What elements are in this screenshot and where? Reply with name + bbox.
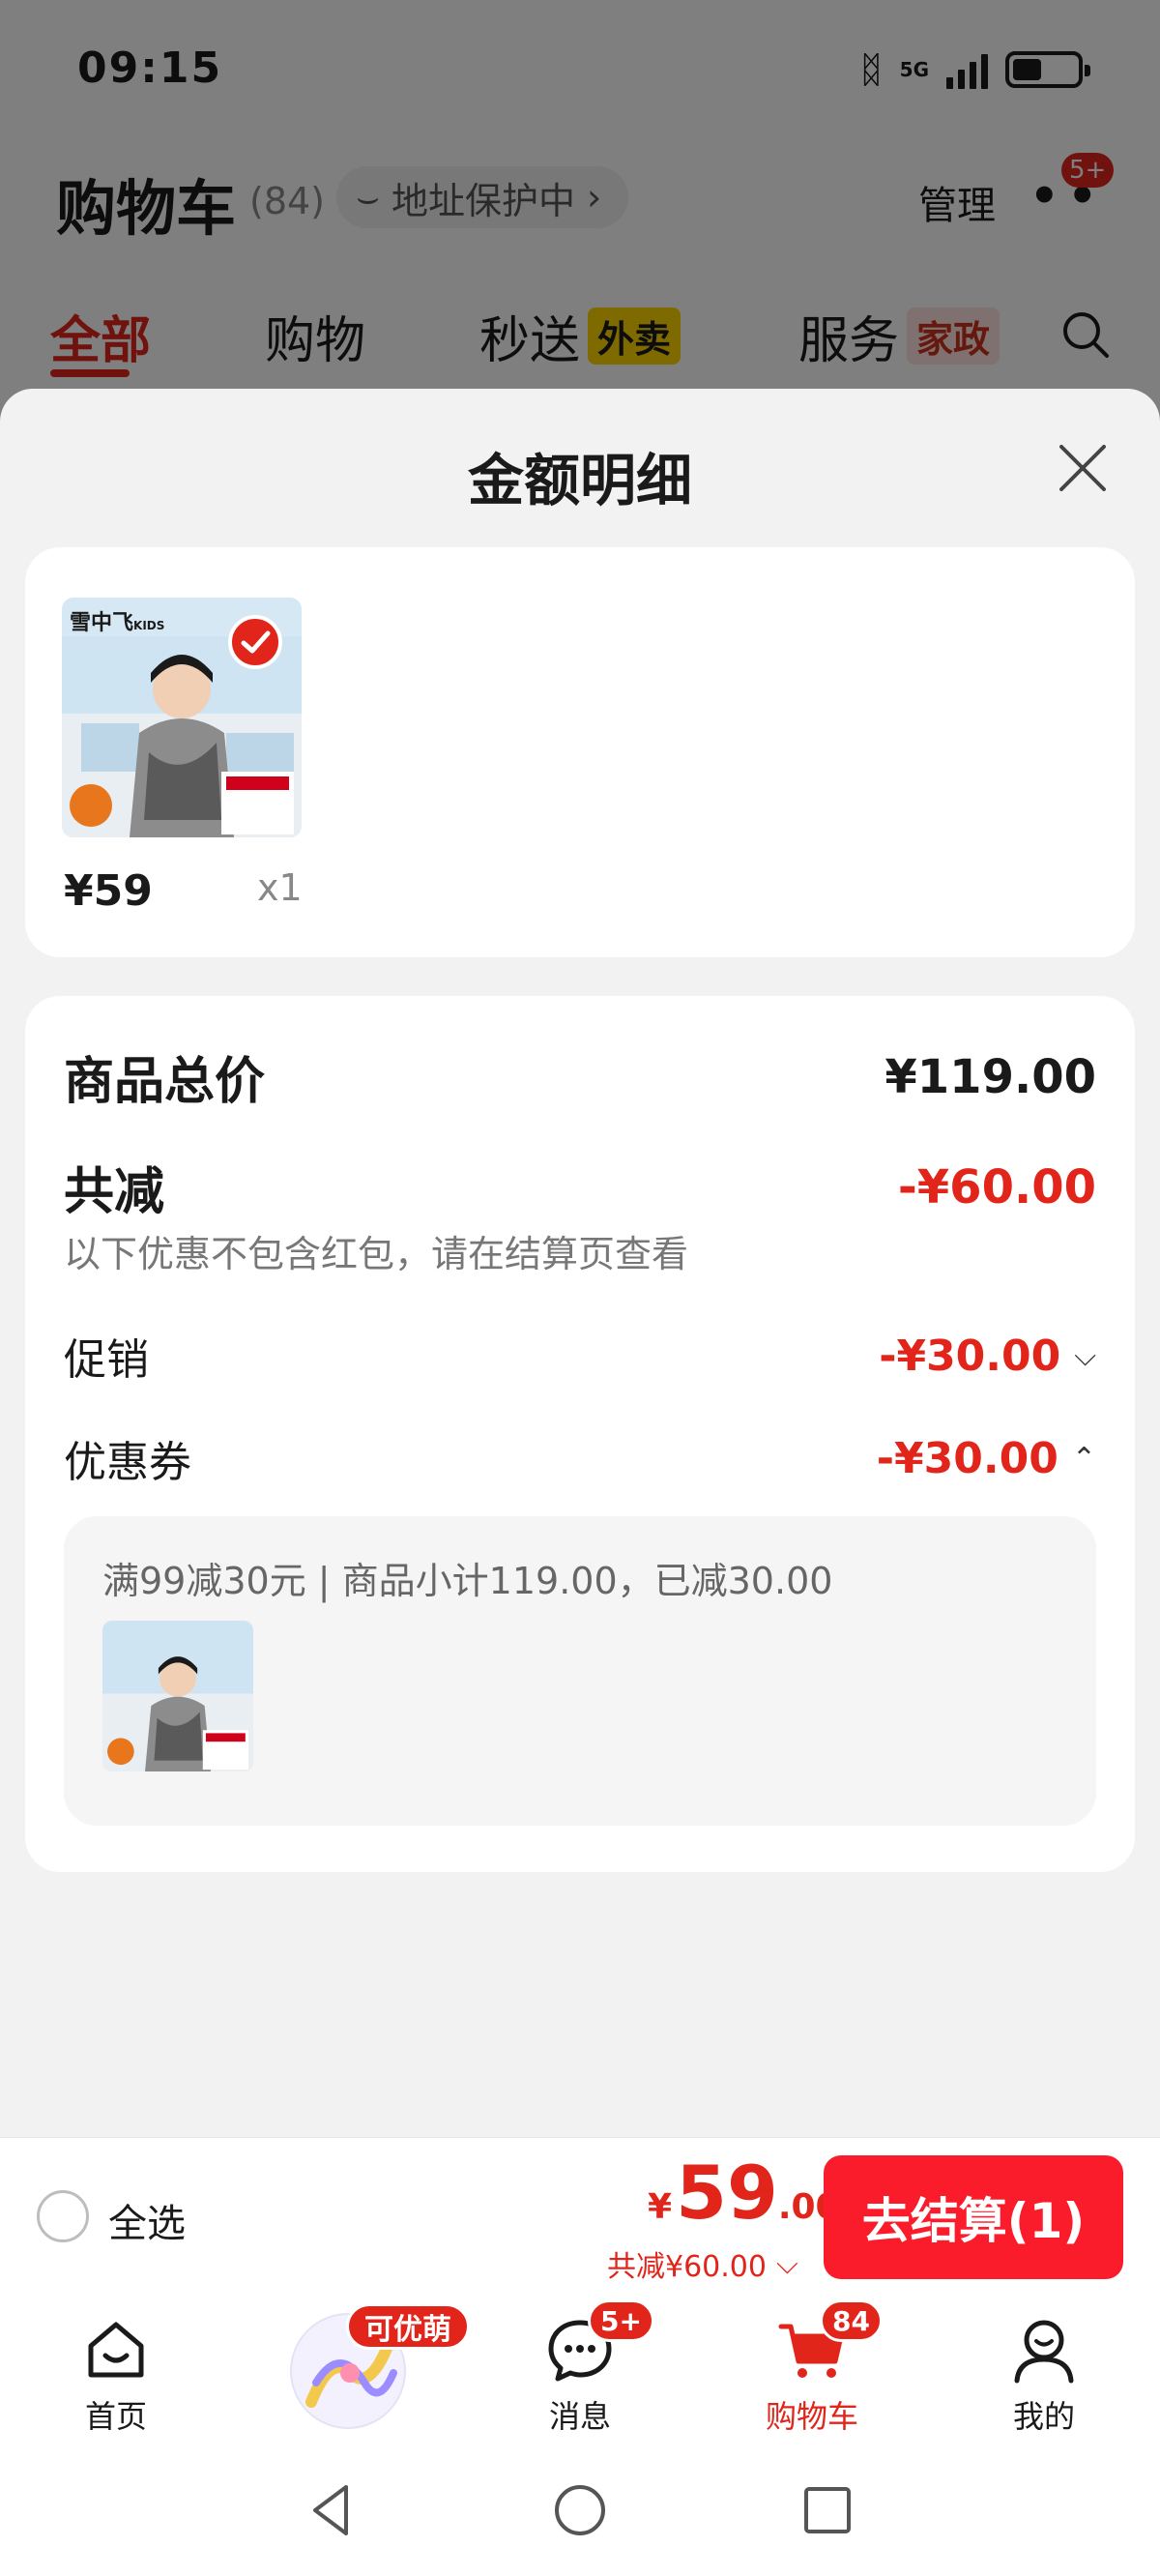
promo-badge: 可优萌 (346, 2303, 470, 2350)
system-navigation-bar (0, 2446, 1160, 2576)
promotion-value: -¥30.00 (879, 1331, 1061, 1381)
cart-badge: 84 (820, 2299, 883, 2342)
checkout-total-price: ¥ 59 .00 (648, 2150, 840, 2236)
checkout-discount-toggle[interactable]: 共减¥60.00 ⌵ (607, 2242, 798, 2285)
nav-home[interactable]: 首页 (19, 2292, 213, 2446)
nav-label: 消息 (548, 2398, 611, 2435)
nav-cart[interactable]: 84 购物车 (715, 2292, 909, 2446)
selected-check-icon[interactable] (228, 615, 282, 669)
price-integer: 59 (676, 2150, 778, 2236)
product-price: ¥59 (64, 866, 153, 916)
nav-label: 我的 (1012, 2398, 1075, 2435)
nav-profile[interactable]: 我的 (947, 2292, 1141, 2446)
coupon-product-image[interactable] (102, 1621, 253, 1771)
nav-label: 购物车 (765, 2398, 858, 2435)
checkout-discount-text: 共减¥60.00 (607, 2250, 767, 2284)
promotion-label: 促销 (64, 1335, 149, 1385)
chevron-down-icon: ⌵ (775, 2246, 798, 2281)
coupon-value: -¥30.00 (876, 1433, 1058, 1483)
home-icon (88, 2322, 144, 2378)
amount-details-sheet: 金额明细 雪中飞KIDS ¥59 x1 商品总价 ¥119.00 共减 -¥60… (0, 389, 1160, 2137)
currency-symbol: ¥ (648, 2187, 673, 2227)
product-quantity: x1 (257, 866, 303, 909)
total-price-label: 商品总价 (64, 1053, 266, 1111)
recents-square-icon[interactable] (797, 2479, 858, 2541)
nav-label: 首页 (84, 2398, 147, 2435)
total-discount-label: 共减 (64, 1163, 165, 1221)
checkout-bar: 全选 ¥ 59 .00 共减¥60.00 ⌵ 去结算(1) (0, 2137, 1160, 2292)
select-all-checkbox[interactable] (37, 2190, 89, 2242)
total-price-value: ¥119.00 (884, 1049, 1096, 1104)
total-discount-value: -¥60.00 (897, 1159, 1096, 1215)
dim-overlay[interactable] (0, 0, 1160, 425)
back-triangle-icon[interactable] (302, 2479, 363, 2541)
brand-logo: 雪中飞KIDS (70, 611, 165, 635)
checkout-button[interactable]: 去结算(1) (824, 2155, 1123, 2279)
nav-messages[interactable]: 5+ 消息 (483, 2292, 677, 2446)
coupon-row[interactable]: 优惠券 -¥30.00 ⌃ (64, 1427, 1096, 1489)
total-price-row: 商品总价 ¥119.00 (64, 1040, 1096, 1113)
chevron-up-icon: ⌃ (1071, 1441, 1096, 1476)
bottom-navigation: 首页 可优萌 5+ 消息 84 购物车 我的 (0, 2292, 1160, 2446)
profile-icon (1014, 2320, 1074, 2384)
coupon-detail-box: 满99减30元 | 商品小计119.00，已减30.00 (64, 1516, 1096, 1826)
select-all-label[interactable]: 全选 (108, 2192, 186, 2248)
price-summary-card: 商品总价 ¥119.00 共减 -¥60.00 以下优惠不包含红包，请在结算页查… (25, 996, 1135, 1872)
coupon-label: 优惠券 (64, 1438, 191, 1487)
coupon-detail-text: 满99减30元 | 商品小计119.00，已减30.00 (102, 1560, 833, 1602)
sheet-title: 金额明细 (467, 448, 692, 513)
messages-badge: 5+ (588, 2299, 654, 2342)
chevron-down-icon: ⌵ (1074, 1338, 1096, 1373)
selected-products-card: 雪中飞KIDS ¥59 x1 (25, 547, 1135, 957)
home-circle-icon[interactable] (549, 2479, 611, 2541)
promotion-row[interactable]: 促销 -¥30.00 ⌵ (64, 1325, 1096, 1387)
close-icon[interactable] (1054, 439, 1112, 497)
total-discount-row: 共减 -¥60.00 (64, 1151, 1096, 1223)
discount-note: 以下优惠不包含红包，请在结算页查看 (64, 1233, 689, 1275)
